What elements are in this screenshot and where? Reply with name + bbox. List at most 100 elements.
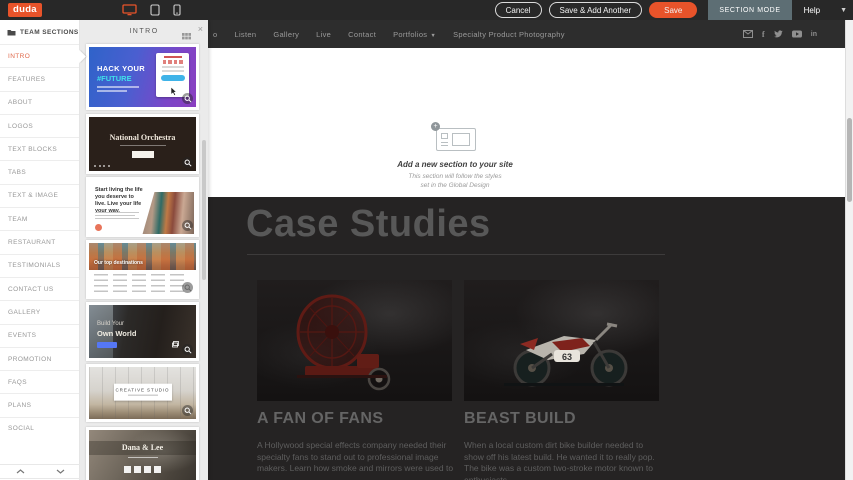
email-icon[interactable]	[743, 30, 753, 38]
save-add-another-button[interactable]: Save & Add Another	[549, 2, 643, 18]
template-thumbnail-dana-lee[interactable]: Dana & Lee	[86, 427, 199, 480]
sidebar-scroll-arrows	[0, 464, 80, 479]
page-scrollbar-thumb[interactable]	[847, 118, 852, 202]
chevron-down-icon[interactable]: ▼	[840, 7, 847, 14]
add-section-dropzone[interactable]: + Add a new section to your site This se…	[208, 48, 845, 197]
tablet-view-icon[interactable]	[150, 4, 160, 16]
save-button[interactable]: Save	[649, 2, 697, 18]
thumb-headline-2: Own World	[97, 329, 136, 338]
template-thumbnail-build-your-own-world[interactable]: Build Your Own World	[86, 302, 199, 361]
template-thumbnail-live-your-way[interactable]: Start living the life you deserve to liv…	[86, 177, 199, 237]
sidebar-item-gallery[interactable]: GALLERY	[0, 300, 79, 323]
case-studies-section: Case Studies	[208, 197, 845, 480]
sidebar-item-text-blocks[interactable]: TEXT BLOCKS	[0, 137, 79, 160]
sidebar-item-restaurant[interactable]: RESTAURANT	[0, 230, 79, 253]
thumb-text: Start living the life you deserve to liv…	[95, 187, 145, 215]
section-templates-panel: INTRO × HACK YOUR #FUTURE	[80, 20, 208, 480]
case-study-title: BEAST BUILD	[464, 410, 659, 428]
sidebar-header: TEAM SECTIONS	[0, 20, 79, 44]
thumb-cta-circle	[95, 224, 102, 231]
sidebar-item-plans[interactable]: PLANS	[0, 393, 79, 416]
zoom-preview-icon[interactable]	[182, 405, 193, 416]
nav-item-contact[interactable]: Contact	[348, 30, 376, 39]
sidebar-item-faqs[interactable]: FAQS	[0, 370, 79, 393]
zoom-preview-icon[interactable]	[182, 93, 193, 104]
fan-machine-image	[257, 280, 452, 401]
nav-item-live[interactable]: Live	[316, 30, 331, 39]
site-nav-bar: o Listen Gallery Live Contact Portfolios…	[208, 20, 845, 48]
sidebar-item-team[interactable]: TEAM	[0, 207, 79, 230]
section-layout-icon: +	[434, 126, 476, 151]
carousel-dots	[94, 165, 110, 167]
app-window: duda Cancel Save & Add Another Save SECT…	[0, 0, 853, 480]
zoom-preview-icon[interactable]	[182, 220, 193, 231]
help-menu[interactable]: Help	[804, 6, 820, 15]
placeholder-subtitle: This section will follow the styles set …	[375, 172, 535, 190]
device-switcher	[122, 0, 181, 20]
cancel-button[interactable]: Cancel	[495, 2, 542, 18]
thumb-title: National Orchestra	[89, 133, 196, 142]
panel-header: INTRO ×	[80, 20, 208, 42]
chevron-up-icon[interactable]	[0, 465, 40, 478]
facebook-icon[interactable]: f	[762, 29, 765, 39]
desktop-view-icon[interactable]	[122, 4, 137, 16]
cursor-icon	[171, 87, 178, 96]
sidebar-item-social[interactable]: SOCIAL	[0, 417, 79, 440]
countdown-boxes	[89, 466, 196, 473]
case-study-body: When a local custom dirt bike builder ne…	[464, 440, 662, 480]
template-thumbnail-national-orchestra[interactable]: National Orchestra	[86, 114, 199, 174]
sidebar-item-logos[interactable]: LOGOS	[0, 114, 79, 137]
case-study-title: A FAN OF FANS	[257, 410, 452, 428]
sidebar-item-intro[interactable]: INTRO	[0, 44, 79, 67]
sidebar-item-tabs[interactable]: TABS	[0, 160, 79, 183]
thumb-button	[132, 151, 154, 158]
thumb-headline: HACK YOUR	[97, 64, 145, 73]
sidebar-item-about[interactable]: ABOUT	[0, 91, 79, 114]
youtube-icon[interactable]	[792, 30, 802, 38]
twitter-icon[interactable]	[774, 30, 783, 38]
sidebar-item-text-image[interactable]: TEXT & IMAGE	[0, 184, 79, 207]
nav-item-portfolios[interactable]: Portfolios▼	[393, 30, 436, 39]
thumb-form-button	[161, 75, 185, 81]
case-study-card-bike: 63 BEAST BUILD When a local custom dirt …	[464, 280, 659, 480]
template-thumbnail-hack-your-future[interactable]: HACK YOUR #FUTURE	[86, 44, 199, 110]
sidebar-item-events[interactable]: EVENTS	[0, 324, 79, 347]
topbar-actions: Cancel Save & Add Another Save SECTION M…	[495, 0, 853, 20]
sections-sidebar: TEAM SECTIONS INTRO FEATURES ABOUT LOGOS…	[0, 20, 80, 480]
chevron-down-icon: ▼	[430, 33, 436, 39]
nav-item-gallery[interactable]: Gallery	[273, 30, 299, 39]
panel-scrollbar-thumb[interactable]	[202, 140, 206, 280]
nav-social-icons: f in	[743, 20, 817, 48]
nav-item-listen[interactable]: Listen	[234, 30, 256, 39]
panel-title: INTRO	[129, 28, 158, 35]
mobile-view-icon[interactable]	[173, 4, 181, 16]
thumb-headline: Build Your	[97, 321, 124, 327]
add-badge-icon: +	[431, 122, 440, 131]
add-section-placeholder: + Add a new section to your site This se…	[375, 126, 535, 190]
nav-item-specialty-product-photography[interactable]: Specialty Product Photography	[453, 30, 565, 39]
zoom-preview-icon[interactable]	[182, 344, 193, 355]
template-thumbnail-creative-studio[interactable]: CREATIVE STUDIO	[86, 364, 199, 422]
folder-icon	[7, 29, 16, 36]
thumb-table	[89, 270, 196, 296]
thumb-title: Dana & Lee	[89, 443, 196, 452]
heading-divider	[247, 254, 665, 255]
sidebar-item-features[interactable]: FEATURES	[0, 67, 79, 90]
grid-view-icon[interactable]	[182, 27, 191, 45]
close-icon[interactable]: ×	[198, 24, 203, 34]
dirt-bike-image: 63	[464, 280, 659, 401]
zoom-preview-icon[interactable]	[182, 282, 193, 293]
placeholder-title: Add a new section to your site	[375, 160, 535, 169]
sidebar-item-promotion[interactable]: PROMOTION	[0, 347, 79, 370]
sidebar-item-testimonials[interactable]: TESTIMONIALS	[0, 254, 79, 277]
thumb-title: Our top destinations	[94, 260, 143, 266]
nav-item-clipped[interactable]: o	[213, 30, 217, 39]
zoom-preview-icon[interactable]	[182, 157, 193, 168]
sidebar-item-contact-us[interactable]: CONTACT US	[0, 277, 79, 300]
linkedin-icon[interactable]: in	[811, 31, 817, 38]
case-study-card-fan: A FAN OF FANS A Hollywood special effect…	[257, 280, 452, 475]
template-thumbnail-top-destinations[interactable]: Our top destinations	[86, 240, 199, 299]
chevron-down-icon[interactable]	[40, 465, 80, 478]
duda-logo[interactable]: duda	[8, 3, 42, 17]
page-scrollbar	[845, 20, 853, 480]
